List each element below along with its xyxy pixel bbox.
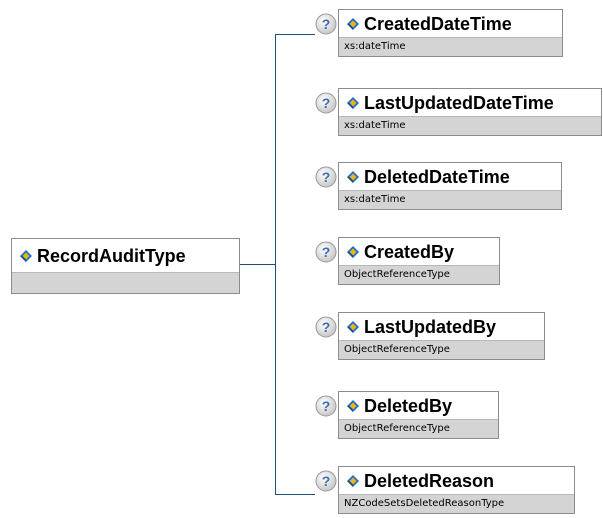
child-element-type: ObjectReferenceType — [339, 419, 498, 438]
child-element-name: CreatedDateTime — [364, 13, 512, 34]
child-element-box[interactable]: LastUpdatedDateTime xs:dateTime — [338, 88, 602, 136]
svg-text:?: ? — [322, 169, 331, 185]
question-mark-icon: ? — [315, 92, 337, 114]
element-diamond-icon — [346, 18, 359, 30]
child-element-box[interactable]: CreatedBy ObjectReferenceType — [338, 237, 500, 285]
child-element-type: NZCodeSetsDeletedReasonType — [339, 494, 574, 513]
root-element-type — [12, 272, 239, 293]
element-diamond-icon — [346, 246, 359, 258]
child-element-box[interactable]: CreatedDateTime xs:dateTime — [338, 9, 563, 57]
branch-connector-top — [275, 34, 315, 35]
svg-text:?: ? — [322, 398, 331, 414]
child-element-type: xs:dateTime — [339, 37, 562, 56]
child-element-name: DeletedBy — [364, 395, 453, 416]
element-diamond-icon — [346, 321, 359, 333]
svg-text:?: ? — [322, 95, 331, 111]
question-mark-icon: ? — [315, 395, 337, 417]
root-connector — [240, 264, 276, 265]
child-element-name: DeletedDateTime — [364, 166, 510, 187]
branch-connector-bottom — [275, 494, 315, 495]
svg-text:?: ? — [322, 244, 331, 260]
child-element-type: xs:dateTime — [339, 190, 561, 209]
question-mark-icon: ? — [315, 470, 337, 492]
element-diamond-icon — [346, 97, 359, 109]
svg-text:?: ? — [322, 319, 331, 335]
child-element-box[interactable]: DeletedBy ObjectReferenceType — [338, 391, 499, 439]
svg-text:?: ? — [322, 473, 331, 489]
root-element-box[interactable]: RecordAuditType — [11, 238, 240, 294]
question-mark-icon: ? — [315, 13, 337, 35]
child-element-box[interactable]: DeletedDateTime xs:dateTime — [338, 162, 562, 210]
element-diamond-icon — [346, 171, 359, 183]
child-element-name: CreatedBy — [364, 241, 455, 262]
child-element-name: LastUpdatedDateTime — [364, 92, 554, 113]
child-element-box[interactable]: LastUpdatedBy ObjectReferenceType — [338, 312, 545, 360]
child-element-box[interactable]: DeletedReason NZCodeSetsDeletedReasonType — [338, 466, 575, 514]
root-element-name: RecordAuditType — [37, 245, 186, 266]
vertical-connector — [275, 34, 276, 495]
child-element-name: DeletedReason — [364, 470, 495, 491]
child-element-type: xs:dateTime — [339, 116, 601, 135]
element-diamond-icon — [346, 400, 359, 412]
child-element-type: ObjectReferenceType — [339, 340, 544, 359]
element-diamond-icon — [19, 250, 32, 262]
question-mark-icon: ? — [315, 316, 337, 338]
element-diamond-icon — [346, 475, 359, 487]
svg-text:?: ? — [322, 16, 331, 32]
child-element-type: ObjectReferenceType — [339, 265, 499, 284]
question-mark-icon: ? — [315, 241, 337, 263]
child-element-name: LastUpdatedBy — [364, 316, 497, 337]
question-mark-icon: ? — [315, 166, 337, 188]
